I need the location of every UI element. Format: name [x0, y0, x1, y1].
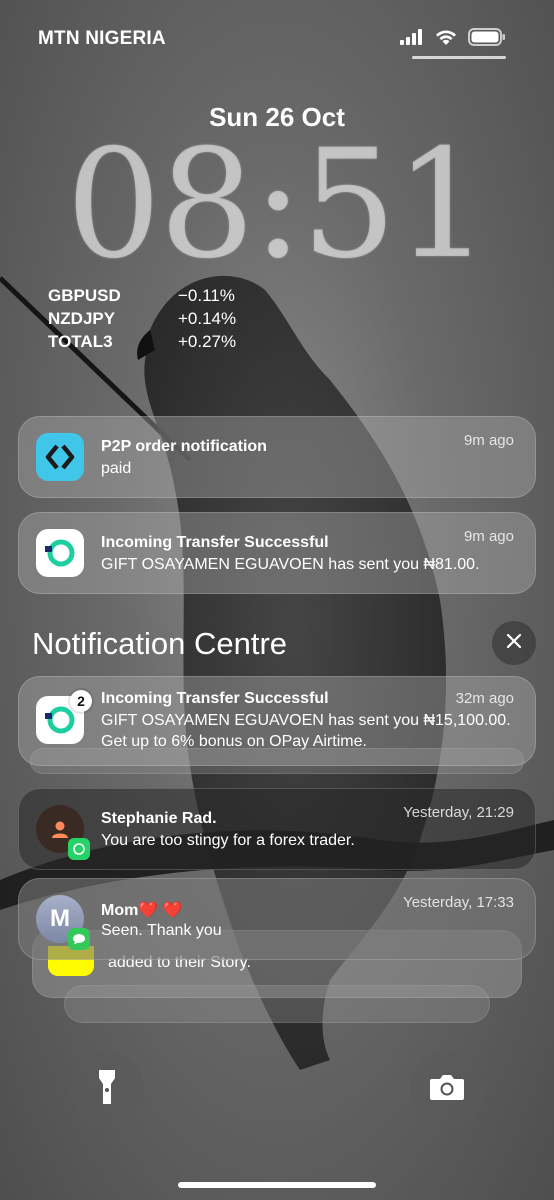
widget-symbol: GBPUSD: [48, 286, 121, 305]
widget-row: GBPUSD −0.11%: [48, 286, 288, 309]
lock-clock: 08:51: [65, 118, 490, 292]
notification-time: 9m ago: [463, 528, 514, 545]
notification-title: Stephanie Rad.: [101, 810, 217, 827]
forex-widget[interactable]: GBPUSD −0.11% NZDJPY +0.14% TOTAL3 +0.27…: [48, 286, 288, 355]
messages-icon: [68, 928, 90, 950]
widget-symbol: TOTAL3: [48, 332, 113, 351]
notification-body: paid: [101, 460, 132, 477]
notification-body: You are too stingy for a forex trader.: [101, 832, 355, 849]
flashlight-button[interactable]: [70, 1052, 144, 1126]
notification-title: Incoming Transfer Successful: [101, 534, 329, 551]
widget-change: −0.11%: [178, 286, 235, 305]
notification-body: GIFT OSAYAMEN EGUAVOEN has sent you ₦81.…: [101, 556, 480, 573]
notification-title: P2P order notification: [101, 438, 267, 455]
wifi-icon: [434, 28, 458, 51]
control-centre-indicator[interactable]: [412, 56, 506, 59]
widget-row: NZDJPY +0.14%: [48, 309, 288, 332]
close-icon: [506, 633, 522, 654]
avatar-letter: M: [50, 905, 70, 932]
notification-centre-title: Notification Centre: [32, 626, 288, 661]
clear-notifications-button[interactable]: [492, 621, 536, 665]
battery-icon: [468, 28, 506, 51]
notification-time: Yesterday, 21:29: [403, 804, 514, 821]
notification-count-badge: 2: [70, 690, 92, 712]
notification-card-p2p[interactable]: P2P order notification paid 9m ago: [18, 416, 536, 498]
signal-bars-icon: [400, 29, 424, 50]
notification-body: GIFT OSAYAMEN EGUAVOEN has sent you ₦15,…: [101, 712, 511, 750]
widget-row: TOTAL3 +0.27%: [48, 332, 288, 355]
notification-card-opay-group[interactable]: 2 Incoming Transfer Successful GIFT OSAY…: [18, 676, 536, 766]
widget-symbol: NZDJPY: [48, 309, 116, 328]
flashlight-icon: [97, 1068, 117, 1111]
whatsapp-icon: [68, 838, 90, 860]
camera-icon: [429, 1073, 465, 1106]
widget-change: +0.14%: [178, 309, 237, 328]
home-indicator[interactable]: [178, 1182, 376, 1188]
opay-app-icon: [36, 529, 84, 577]
notification-title: Incoming Transfer Successful: [101, 690, 329, 707]
notification-time: 32m ago: [455, 690, 514, 707]
notification-card-messages[interactable]: M Mom❤️ ❤️ Seen. Thank you Yesterday, 17…: [18, 878, 536, 960]
notification-body: Seen. Thank you: [101, 922, 222, 939]
widget-change: +0.27%: [178, 332, 237, 351]
bybit-app-icon: [36, 433, 84, 481]
status-bar: MTN NIGERIA: [0, 0, 554, 70]
notification-time: 9m ago: [463, 432, 514, 449]
carrier-name: MTN NIGERIA: [38, 28, 166, 49]
notification-time: Yesterday, 17:33: [403, 894, 514, 911]
notification-title: Mom❤️ ❤️: [101, 902, 183, 919]
status-icons: [400, 28, 506, 51]
notification-card-transfer[interactable]: Incoming Transfer Successful GIFT OSAYAM…: [18, 512, 536, 594]
camera-button[interactable]: [410, 1052, 484, 1126]
notification-card-whatsapp[interactable]: Stephanie Rad. You are too stingy for a …: [18, 788, 536, 870]
